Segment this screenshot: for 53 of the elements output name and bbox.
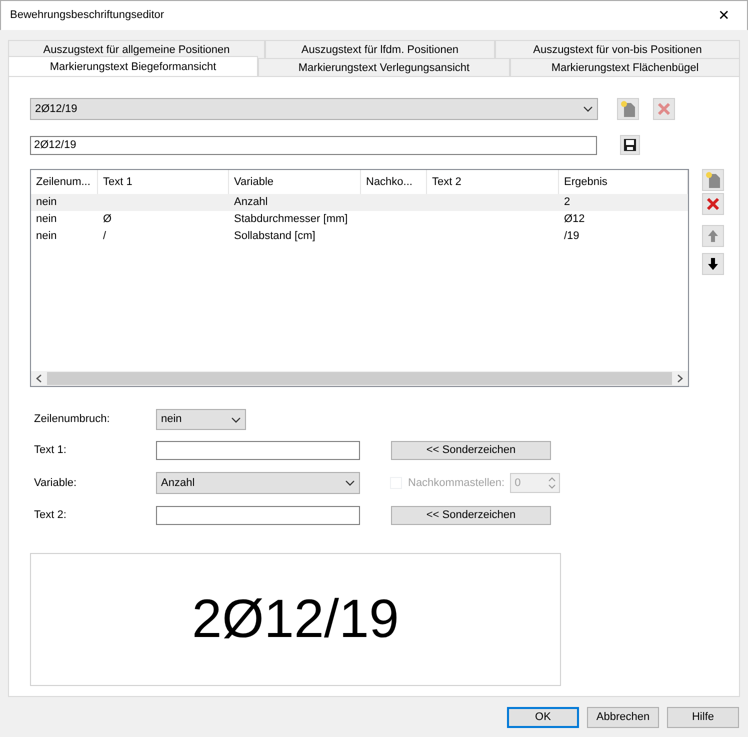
text-input[interactable] bbox=[156, 506, 360, 525]
down-arrow-icon bbox=[707, 257, 719, 271]
tab[interactable]: Markierungstext Verlegungsansicht bbox=[258, 58, 510, 76]
up-arrow-icon bbox=[707, 229, 719, 243]
field-label: Zeilenumbruch: bbox=[33, 412, 111, 428]
close-icon bbox=[706, 197, 720, 211]
table-cell-text: Sollabstand [cm] bbox=[233, 229, 316, 244]
table-cell-text: 2 bbox=[563, 195, 572, 210]
dialog-button[interactable]: Abbrechen bbox=[587, 707, 659, 728]
table-cell-text: Anzahl bbox=[233, 195, 269, 210]
dialog-button[interactable]: Hilfe bbox=[667, 707, 739, 728]
close-icon bbox=[657, 102, 671, 116]
move-down-button[interactable] bbox=[702, 253, 724, 275]
field-label: Text 2: bbox=[33, 508, 68, 524]
table-cell-text: / bbox=[102, 229, 108, 244]
delete-row-button[interactable] bbox=[702, 193, 724, 215]
table-cell-text: nein bbox=[35, 229, 58, 244]
tab[interactable]: Markierungstext Biegeformansicht bbox=[8, 56, 258, 76]
table-cell-text: Ø12 bbox=[563, 212, 586, 227]
horizontal-scrollbar[interactable] bbox=[31, 371, 688, 386]
special-characters-button[interactable]: << Sonderzeichen bbox=[391, 441, 551, 460]
preview-text: 2Ø12/19 bbox=[192, 588, 400, 651]
text-field[interactable]: 2Ø12/19 bbox=[30, 136, 597, 154]
special-characters-button[interactable]: << Sonderzeichen bbox=[391, 506, 551, 525]
close-button[interactable]: ✕ bbox=[701, 1, 747, 30]
chevron-icon bbox=[583, 106, 593, 112]
window-title: Bewehrungsbeschriftungseditor bbox=[10, 8, 164, 24]
save-icon bbox=[623, 138, 637, 152]
new-document-icon bbox=[620, 100, 636, 118]
field-label: Variable: bbox=[33, 476, 78, 491]
table-cell-text: nein bbox=[35, 195, 58, 210]
text-input[interactable] bbox=[156, 441, 360, 460]
preset-dropdown[interactable]: 2Ø12/19 bbox=[30, 98, 598, 120]
table-cell-text: Ø bbox=[102, 212, 113, 227]
dialog-button[interactable]: OK bbox=[507, 707, 579, 728]
chevron-icon bbox=[231, 416, 241, 422]
variable-dropdown[interactable]: Anzahl bbox=[156, 472, 360, 494]
add-row-button[interactable] bbox=[702, 169, 724, 191]
table-cell-text: /19 bbox=[563, 229, 580, 244]
new-document-icon bbox=[705, 171, 721, 189]
checkbox-label: Nachkommastellen: bbox=[408, 476, 505, 491]
tab[interactable]: Auszugstext für lfdm. Positionen bbox=[265, 40, 495, 58]
chevron-icon bbox=[345, 480, 355, 486]
tab[interactable]: Markierungstext Flächenbügel bbox=[510, 58, 740, 76]
table-row[interactable]: nein Anzahl 2 bbox=[31, 194, 688, 211]
table-cell-text: nein bbox=[35, 212, 58, 227]
new-button[interactable] bbox=[617, 98, 639, 120]
field-label: Text 1: bbox=[33, 443, 68, 458]
table-cell-text: Stabdurchmesser [mm] bbox=[233, 212, 349, 227]
save-button[interactable] bbox=[620, 135, 640, 155]
tab[interactable]: Auszugstext für von-bis Positionen bbox=[495, 40, 740, 58]
dropdown-value: 2Ø12/19 bbox=[35, 102, 78, 117]
line-break-dropdown[interactable]: nein bbox=[156, 409, 246, 430]
